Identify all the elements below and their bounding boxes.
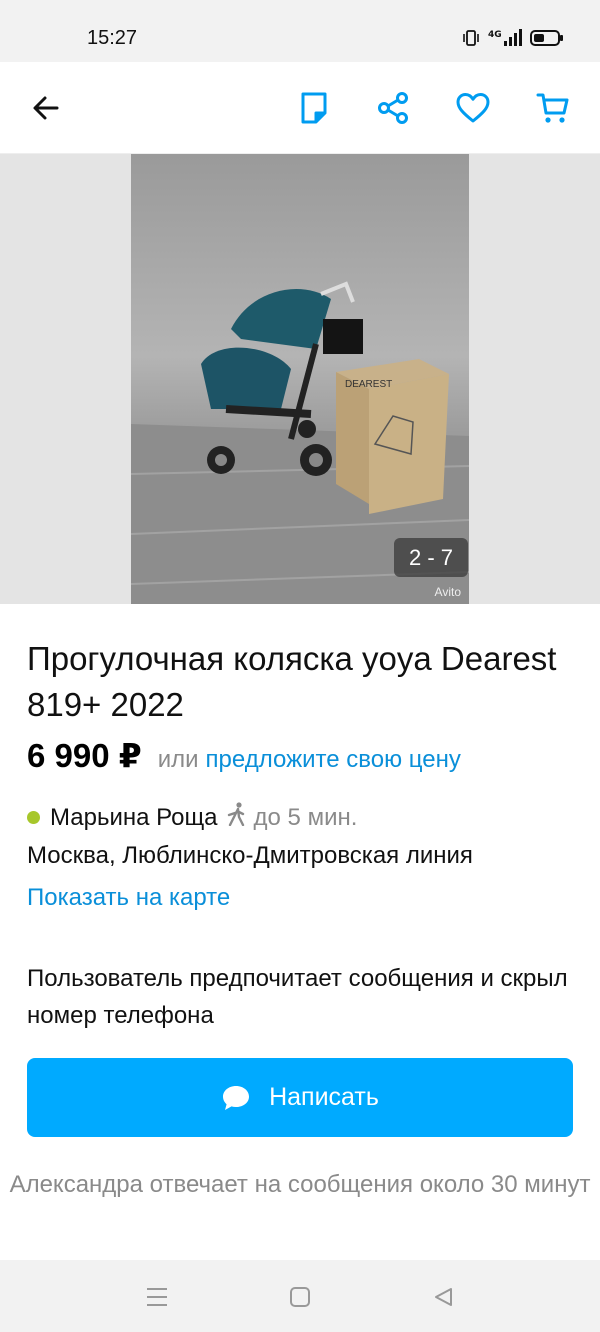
- favorite-heart-icon: [456, 93, 490, 123]
- avito-watermark: Avito: [434, 585, 461, 599]
- listing-photo[interactable]: DEAREST 2 - 7 Avito: [131, 154, 469, 604]
- status-icons: 4G: [462, 28, 564, 53]
- offer-price-link[interactable]: предложите свою цену: [206, 746, 461, 774]
- cart-icon: [536, 93, 569, 123]
- metro-station: Марьина Роща: [50, 803, 218, 831]
- walking-person-icon: [226, 802, 248, 833]
- back-button[interactable]: [22, 84, 70, 132]
- vibrate-icon: [462, 29, 480, 52]
- metro-row: Марьина Роща до 5 мин.: [27, 802, 357, 833]
- home-button[interactable]: [287, 1284, 313, 1310]
- metro-line-dot: [27, 811, 40, 824]
- menu-button[interactable]: [144, 1284, 170, 1310]
- contact-preference-note: Пользователь предпочитает сообщения и ск…: [27, 965, 568, 1029]
- signal-4g-icon: 4G: [488, 28, 522, 53]
- home-icon: [290, 1287, 310, 1307]
- box-label: DEAREST: [345, 379, 392, 390]
- share-icon: [378, 92, 408, 124]
- battery-icon: [530, 29, 564, 52]
- status-bar: 15:27 4G: [0, 0, 600, 62]
- menu-icon: [147, 1288, 167, 1306]
- share-button[interactable]: [369, 84, 417, 132]
- network-label: 4G: [488, 30, 502, 40]
- stroller-illustration: DEAREST: [131, 281, 469, 604]
- reply-time-note: Александра отвечает на сообщения около 3…: [9, 1171, 591, 1198]
- chat-bubble-icon: [223, 1085, 250, 1110]
- show-on-map-link[interactable]: Показать на карте: [27, 884, 230, 912]
- photo-counter: 2 - 7: [394, 538, 468, 577]
- app-bar: [0, 62, 600, 154]
- back-triangle-icon: [435, 1288, 452, 1306]
- address: Москва, Люблинско-Дмитровская линия: [27, 842, 473, 869]
- back-arrow-icon: [33, 96, 59, 120]
- write-button-label: Написать: [269, 1083, 379, 1111]
- price: 6 990 ₽: [27, 737, 142, 774]
- note-icon: [301, 92, 327, 124]
- favorite-button[interactable]: [449, 84, 497, 132]
- note-button[interactable]: [290, 84, 338, 132]
- listing-title: Прогулочная коляска yoya Dearest 819+ 20…: [27, 640, 557, 723]
- system-nav-bar: [0, 1260, 600, 1332]
- price-row: 6 990 ₽ или предложите свою цену: [27, 736, 461, 775]
- walk-time: до 5 мин.: [253, 803, 358, 831]
- cart-button[interactable]: [529, 84, 577, 132]
- photo-gallery[interactable]: DEAREST 2 - 7 Avito: [0, 154, 600, 604]
- system-back-button[interactable]: [430, 1284, 456, 1310]
- write-message-button[interactable]: Написать: [27, 1058, 573, 1137]
- or-text: или: [157, 746, 199, 773]
- status-time: 15:27: [87, 27, 138, 49]
